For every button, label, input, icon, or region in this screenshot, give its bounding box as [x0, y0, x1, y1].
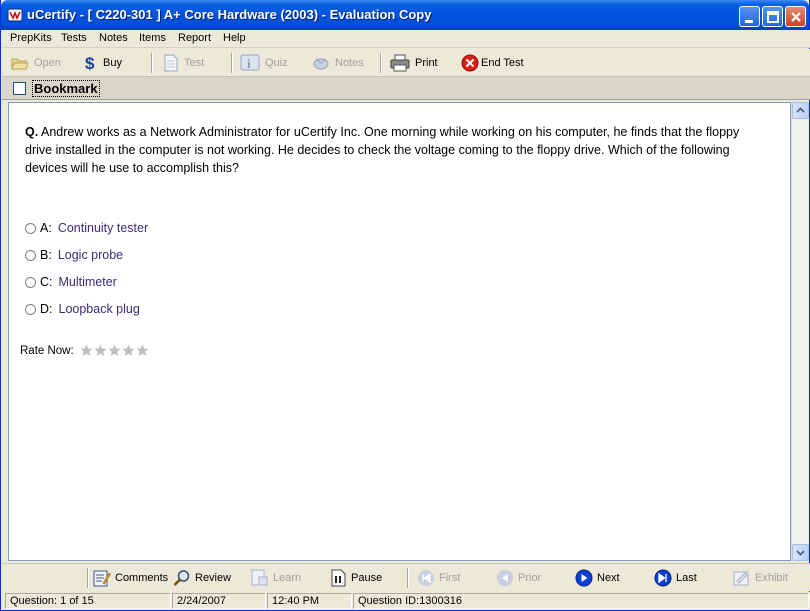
radio-button[interactable] [25, 303, 36, 315]
rating-control: Rate Now: [20, 344, 150, 357]
minimize-button[interactable] [739, 6, 760, 27]
status-date: 2/24/2007 [172, 593, 266, 609]
maximize-button[interactable] [762, 6, 783, 27]
comments-icon [93, 570, 111, 587]
question-prefix: Q. [25, 125, 39, 139]
last-icon [654, 569, 672, 587]
star-icon[interactable] [108, 344, 121, 357]
next-button[interactable]: Next [575, 568, 620, 588]
menu-help[interactable]: Help [223, 32, 246, 44]
toolbar: Open $ Buy Test i Quiz Notes Print End T… [2, 49, 810, 77]
menu-tests[interactable]: Tests [61, 32, 87, 44]
maximize-icon [767, 11, 779, 23]
toolbar-separator [87, 568, 89, 588]
menu-notes[interactable]: Notes [99, 32, 128, 44]
notes-icon [313, 58, 329, 70]
last-button[interactable]: Last [654, 568, 697, 588]
app-window: uCertify - [ C220-301 ] A+ Core Hardware… [0, 0, 810, 611]
magnifier-icon [173, 570, 190, 586]
learn-button[interactable]: Learn [251, 568, 301, 588]
star-icon[interactable] [136, 344, 149, 357]
svg-text:i: i [247, 56, 251, 71]
pause-icon [331, 569, 346, 587]
review-button[interactable]: Review [173, 568, 231, 588]
scroll-up-button[interactable] [792, 102, 809, 119]
prior-button[interactable]: Prior [496, 568, 541, 588]
toolbar-separator [151, 53, 153, 73]
next-icon [575, 569, 593, 587]
dollar-icon: $ [85, 54, 95, 72]
menu-prepkits[interactable]: PrepKits [10, 32, 52, 44]
svg-text:$: $ [85, 54, 95, 72]
document-icon [164, 54, 178, 72]
printer-icon [390, 54, 410, 72]
vertical-scrollbar[interactable] [791, 102, 809, 561]
minimize-icon [745, 20, 753, 23]
pause-button[interactable]: Pause [330, 568, 382, 588]
radio-button[interactable] [25, 249, 36, 261]
rating-stars [80, 344, 150, 357]
close-icon [791, 12, 801, 22]
notes-button[interactable]: Notes [312, 53, 364, 73]
status-question-id: Question ID:1300316 [353, 593, 809, 609]
toolbar-separator [380, 53, 382, 73]
menu-bar: PrepKits Tests Notes Items Report Help [2, 30, 810, 48]
first-icon [418, 570, 434, 586]
test-button[interactable]: Test [163, 53, 204, 73]
window-title: uCertify - [ C220-301 ] A+ Core Hardware… [27, 7, 432, 22]
radio-button[interactable] [25, 222, 36, 234]
end-test-button[interactable]: End Test [461, 53, 524, 73]
folder-icon [11, 58, 29, 70]
buy-button[interactable]: $ Buy [84, 53, 122, 73]
navigation-bar: Comments Review Learn Pause First Prior … [2, 563, 810, 591]
info-icon: i [240, 54, 260, 71]
question-text: Q. Andrew works as a Network Administrat… [25, 123, 765, 177]
chevron-down-icon [796, 550, 805, 556]
bookmark-bar: Bookmark [2, 77, 810, 100]
menu-report[interactable]: Report [178, 32, 211, 44]
star-icon[interactable] [80, 344, 93, 357]
exhibit-icon [733, 571, 749, 586]
star-icon[interactable] [122, 344, 135, 357]
chevron-up-icon [796, 107, 805, 113]
comments-button[interactable]: Comments [93, 568, 168, 588]
answer-option-c[interactable]: C: Multimeter [25, 274, 117, 290]
first-button[interactable]: First [417, 568, 460, 588]
status-time: 12:40 PM [267, 593, 352, 609]
radio-button[interactable] [25, 276, 36, 288]
question-body: Andrew works as a Network Administrator … [25, 125, 740, 175]
menu-items[interactable]: Items [139, 32, 166, 44]
toolbar-separator [407, 568, 409, 588]
open-button[interactable]: Open [11, 53, 61, 73]
question-panel: Q. Andrew works as a Network Administrat… [8, 102, 791, 561]
answer-option-b[interactable]: B: Logic probe [25, 247, 123, 263]
status-bar: Question: 1 of 15 2/24/2007 12:40 PM Que… [2, 592, 810, 610]
learn-icon [251, 569, 268, 586]
title-bar[interactable]: uCertify - [ C220-301 ] A+ Core Hardware… [1, 0, 809, 30]
stop-icon [461, 54, 479, 72]
app-logo-icon [7, 8, 23, 22]
toolbar-separator [231, 53, 233, 73]
status-question-count: Question: 1 of 15 [5, 593, 171, 609]
answer-option-a[interactable]: A: Continuity tester [25, 220, 148, 236]
bookmark-label[interactable]: Bookmark [32, 80, 100, 97]
quiz-button[interactable]: i Quiz [240, 53, 288, 73]
print-button[interactable]: Print [390, 53, 438, 73]
star-icon[interactable] [94, 344, 107, 357]
exhibit-button[interactable]: Exhibit [733, 568, 788, 588]
bookmark-checkbox[interactable] [13, 82, 26, 95]
previous-icon [497, 570, 513, 586]
close-button[interactable] [785, 6, 806, 27]
answer-option-d[interactable]: D: Loopback plug [25, 301, 140, 317]
rating-label: Rate Now: [20, 344, 74, 357]
scroll-down-button[interactable] [792, 544, 809, 561]
